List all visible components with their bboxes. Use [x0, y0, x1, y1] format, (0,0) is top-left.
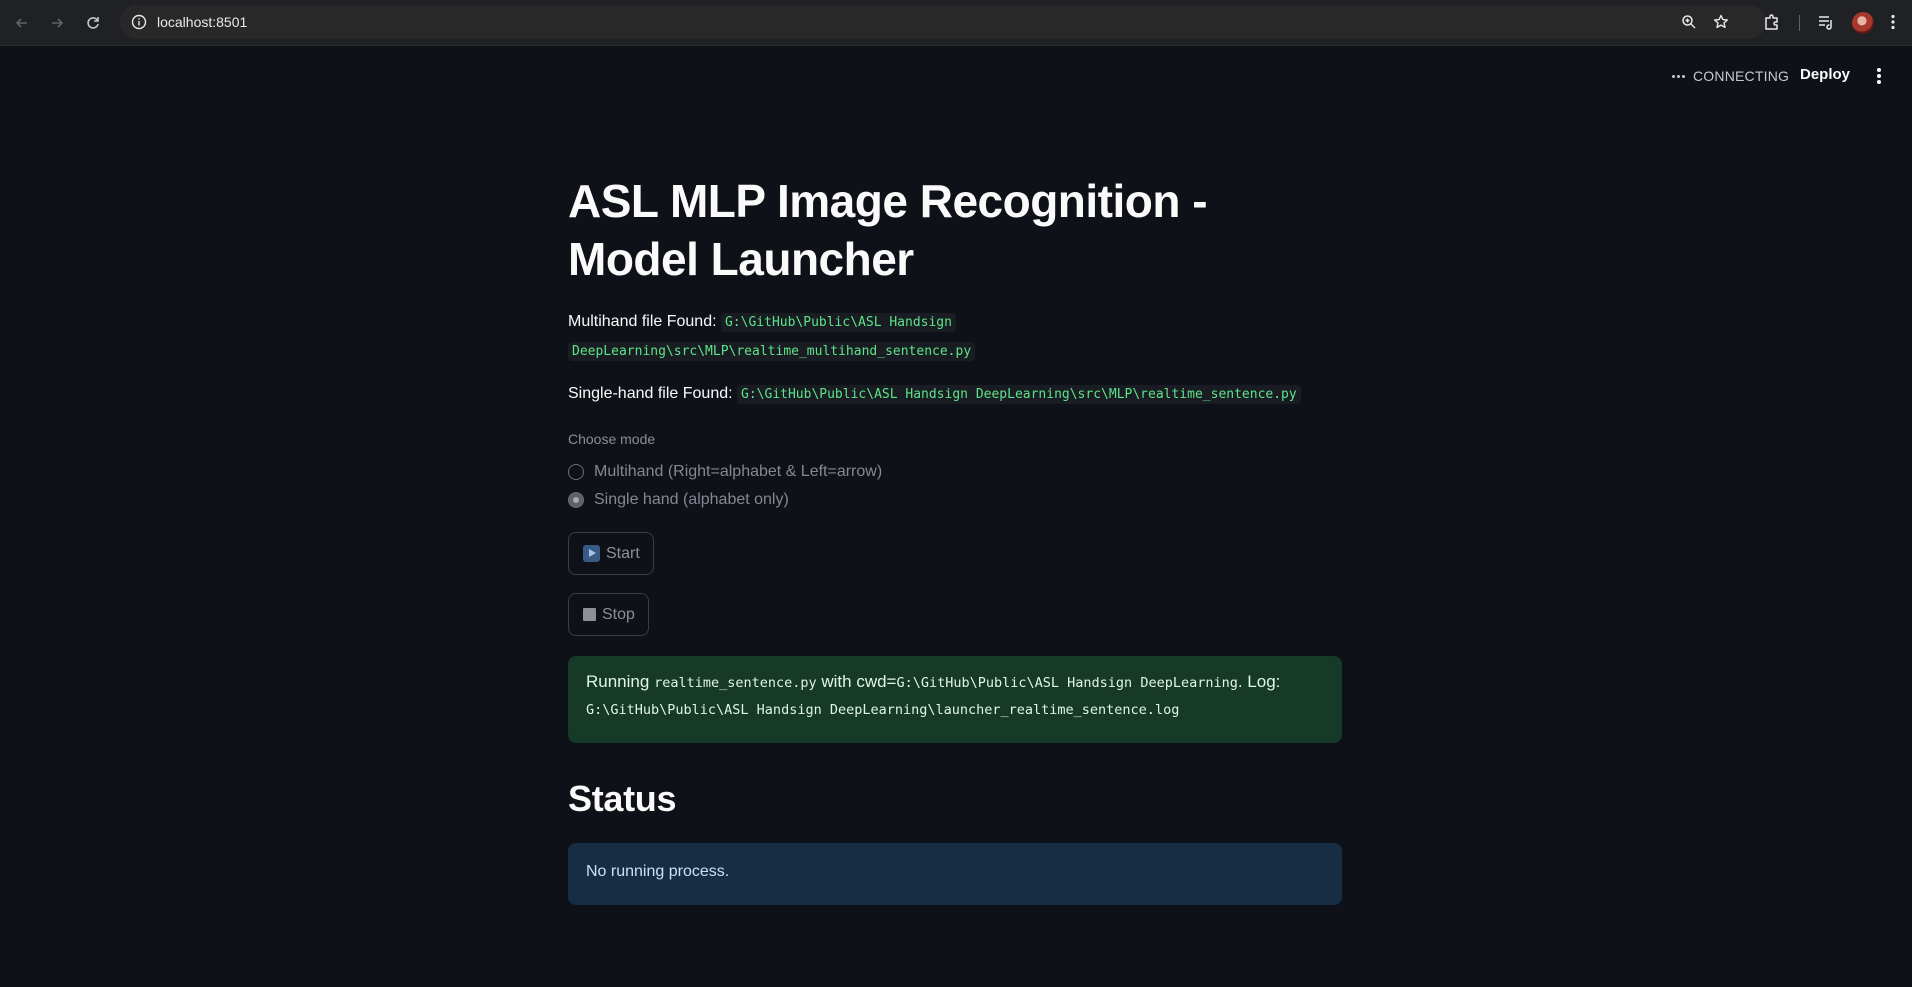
site-info-icon[interactable]	[130, 13, 148, 31]
media-controls-icon[interactable]	[1816, 12, 1836, 32]
running-success-alert: Running realtime_sentence.py with cwd=G:…	[568, 656, 1342, 743]
connection-status-text: CONNECTING	[1693, 68, 1790, 84]
multihand-path-part2: DeepLearning\src\MLP\realtime_multihand_…	[568, 342, 976, 361]
extensions-icon[interactable]	[1762, 12, 1782, 32]
url-text[interactable]: localhost:8501	[157, 14, 247, 30]
running-prefix: Running	[586, 672, 650, 691]
radio-option-label[interactable]: Single hand (alphabet only)	[594, 491, 789, 509]
running-with-cwd: with cwd=	[821, 672, 897, 691]
browser-toolbar: localhost:8501	[0, 0, 1912, 46]
radio-checked-icon[interactable]	[568, 492, 584, 508]
radio-option-multihand[interactable]: Multihand (Right=alphabet & Left=arrow)	[568, 463, 882, 481]
back-button[interactable]	[9, 10, 35, 36]
multihand-label: Multihand file Found:	[568, 313, 717, 330]
stop-icon	[583, 608, 596, 621]
mode-label: Choose mode	[568, 431, 656, 447]
back-arrow-icon	[15, 18, 27, 28]
status-message: No running process.	[586, 863, 730, 880]
stop-button[interactable]: Stop	[568, 593, 649, 636]
page-title: ASL MLP Image Recognition - Model Launch…	[568, 175, 1208, 285]
forward-button[interactable]	[44, 10, 70, 36]
singlehand-file-info: Single-hand file Found: G:\GitHub\Public…	[568, 380, 1301, 409]
start-button[interactable]: Start	[568, 532, 654, 575]
zoom-icon[interactable]	[1680, 13, 1698, 31]
radio-option-singlehand[interactable]: Single hand (alphabet only)	[568, 491, 789, 509]
loading-dots-icon	[1672, 74, 1685, 78]
stop-button-label: Stop	[602, 605, 635, 623]
running-log-line: G:\GitHub\Public\ASL Handsign DeepLearni…	[586, 701, 1179, 719]
address-bar[interactable]: localhost:8501	[120, 5, 1766, 39]
toolbar-divider	[1799, 15, 1800, 31]
profile-avatar[interactable]	[1852, 12, 1874, 34]
reload-button[interactable]	[80, 10, 106, 36]
singlehand-label: Single-hand file Found:	[568, 385, 733, 402]
running-message: Running realtime_sentence.py with cwd=G:…	[586, 672, 1280, 692]
bookmark-star-icon[interactable]	[1712, 13, 1730, 31]
status-info-alert: No running process.	[568, 843, 1342, 905]
running-script-name: realtime_sentence.py	[654, 675, 817, 691]
running-log-path: G:\GitHub\Public\ASL Handsign DeepLearni…	[586, 702, 1180, 718]
running-cwd-path: G:\GitHub\Public\ASL Handsign DeepLearni…	[896, 675, 1238, 691]
app-header: CONNECTING Deploy	[0, 46, 1912, 106]
status-heading: Status	[568, 778, 677, 819]
browser-menu-icon[interactable]	[1883, 12, 1903, 32]
radio-unchecked-icon[interactable]	[568, 464, 584, 480]
start-button-label: Start	[606, 544, 640, 562]
multihand-file-info: Multihand file Found: G:\GitHub\Public\A…	[568, 308, 1342, 366]
connection-status: CONNECTING	[1672, 68, 1789, 84]
play-icon	[583, 545, 600, 562]
main-menu-icon[interactable]	[1877, 68, 1883, 86]
multihand-path-part1: G:\GitHub\Public\ASL Handsign	[720, 313, 956, 332]
reload-icon	[87, 17, 99, 29]
radio-option-label[interactable]: Multihand (Right=alphabet & Left=arrow)	[594, 463, 882, 481]
running-log-label: . Log:	[1237, 672, 1281, 691]
forward-arrow-icon	[52, 18, 64, 28]
singlehand-path: G:\GitHub\Public\ASL Handsign DeepLearni…	[737, 385, 1301, 404]
deploy-button[interactable]: Deploy	[1800, 66, 1850, 83]
